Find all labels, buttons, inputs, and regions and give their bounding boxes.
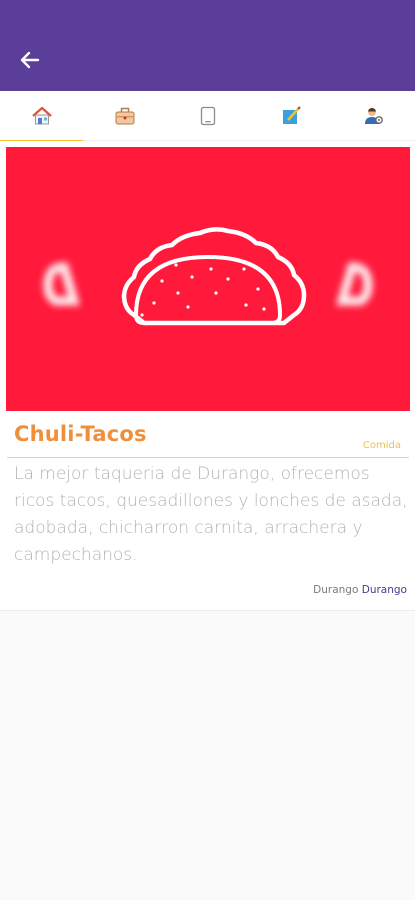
user-settings-icon bbox=[364, 107, 383, 124]
tab-home[interactable] bbox=[0, 91, 83, 142]
tab-jobs[interactable] bbox=[83, 91, 166, 141]
arrow-left-icon bbox=[20, 51, 40, 69]
tab-profile[interactable] bbox=[332, 91, 415, 141]
location-city: Durango bbox=[313, 584, 359, 596]
taco-icon bbox=[121, 227, 307, 326]
tab-documents[interactable] bbox=[166, 91, 249, 141]
document-icon bbox=[200, 106, 215, 126]
business-location: Durango Durango bbox=[313, 584, 407, 596]
location-state: Durango bbox=[361, 584, 407, 596]
business-card[interactable]: Chuli-Tacos Comida La mejor taqueria de … bbox=[0, 141, 415, 611]
business-description: La mejor taqueria de Durango, ofrecemos … bbox=[14, 464, 408, 565]
business-category: Comida bbox=[362, 440, 401, 451]
home-icon bbox=[31, 106, 52, 125]
briefcase-icon bbox=[115, 107, 134, 125]
business-name: Chuli-Tacos bbox=[14, 422, 147, 446]
tab-notes[interactable] bbox=[249, 91, 332, 141]
app-bar bbox=[0, 0, 415, 91]
business-image bbox=[6, 147, 410, 411]
back-button[interactable] bbox=[14, 46, 46, 74]
edit-note-icon bbox=[282, 106, 301, 124]
tab-bar bbox=[0, 91, 415, 142]
divider bbox=[7, 457, 409, 458]
